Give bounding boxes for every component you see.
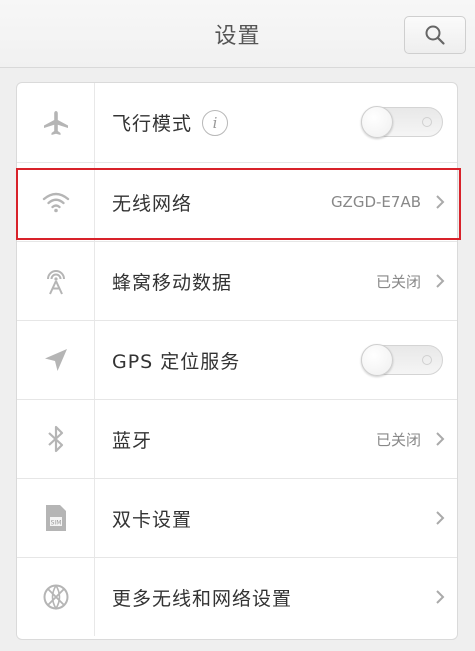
gps-row[interactable]: GPS 定位服务 bbox=[17, 320, 457, 399]
toggle-off-indicator bbox=[422, 117, 432, 127]
cellular-data-row[interactable]: 蜂窝移动数据 已关闭 bbox=[17, 241, 457, 320]
globe-icon-cell bbox=[17, 558, 95, 636]
more-network-settings-row[interactable]: 更多无线和网络设置 bbox=[17, 557, 457, 636]
toggle-off-indicator bbox=[422, 355, 432, 365]
more-network-settings-label: 更多无线和网络设置 bbox=[112, 587, 293, 610]
cellular-icon bbox=[46, 270, 65, 295]
wifi-label: 无线网络 bbox=[112, 192, 193, 215]
bluetooth-label: 蓝牙 bbox=[112, 429, 153, 452]
bluetooth-row[interactable]: 蓝牙 已关闭 bbox=[17, 399, 457, 478]
airplane-mode-label: 飞行模式 i bbox=[112, 83, 229, 162]
sim-card-text: SIM bbox=[50, 520, 61, 527]
airplane-mode-toggle[interactable] bbox=[361, 106, 443, 138]
chevron-right-icon bbox=[435, 400, 445, 478]
gps-label: GPS 定位服务 bbox=[112, 350, 241, 373]
cellular-data-label: 蜂窝移动数据 bbox=[112, 271, 233, 294]
chevron-right-icon bbox=[435, 163, 445, 241]
wifi-icon-cell bbox=[17, 163, 95, 241]
search-button[interactable] bbox=[404, 16, 466, 54]
gps-icon-cell bbox=[17, 321, 95, 399]
globe-icon bbox=[43, 584, 68, 611]
chevron-right-icon bbox=[435, 479, 445, 557]
airplane-mode-text: 飞行模式 bbox=[112, 113, 193, 135]
airplane-icon bbox=[43, 110, 68, 135]
cellular-icon-cell bbox=[17, 242, 95, 320]
search-icon bbox=[425, 25, 445, 45]
bluetooth-icon-cell bbox=[17, 400, 95, 478]
info-icon[interactable]: i bbox=[202, 109, 229, 136]
toggle-knob bbox=[361, 344, 393, 376]
dual-sim-row[interactable]: SIM 双卡设置 bbox=[17, 478, 457, 557]
bluetooth-icon bbox=[47, 425, 63, 453]
wifi-row[interactable]: 无线网络 GZGD-E7AB bbox=[17, 162, 457, 241]
gps-toggle[interactable] bbox=[361, 344, 443, 376]
airplane-icon-cell bbox=[17, 83, 95, 162]
settings-list: 飞行模式 i 无线网络 GZGD-E7AB 蜂窝移动数据 已关闭 GPS 定位服… bbox=[16, 82, 458, 640]
cellular-data-status: 已关闭 bbox=[375, 272, 421, 291]
header-bar: 设置 bbox=[0, 0, 475, 68]
chevron-right-icon bbox=[435, 242, 445, 320]
bluetooth-status: 已关闭 bbox=[375, 430, 421, 449]
wifi-icon bbox=[42, 192, 69, 213]
wifi-network-name: GZGD-E7AB bbox=[330, 193, 421, 211]
sim-card-icon: SIM bbox=[45, 505, 66, 531]
chevron-right-icon bbox=[435, 558, 445, 636]
location-arrow-icon bbox=[44, 349, 67, 371]
toggle-knob bbox=[361, 106, 393, 138]
sim-icon-cell: SIM bbox=[17, 479, 95, 557]
airplane-mode-row[interactable]: 飞行模式 i bbox=[17, 83, 457, 162]
dual-sim-label: 双卡设置 bbox=[112, 508, 193, 531]
